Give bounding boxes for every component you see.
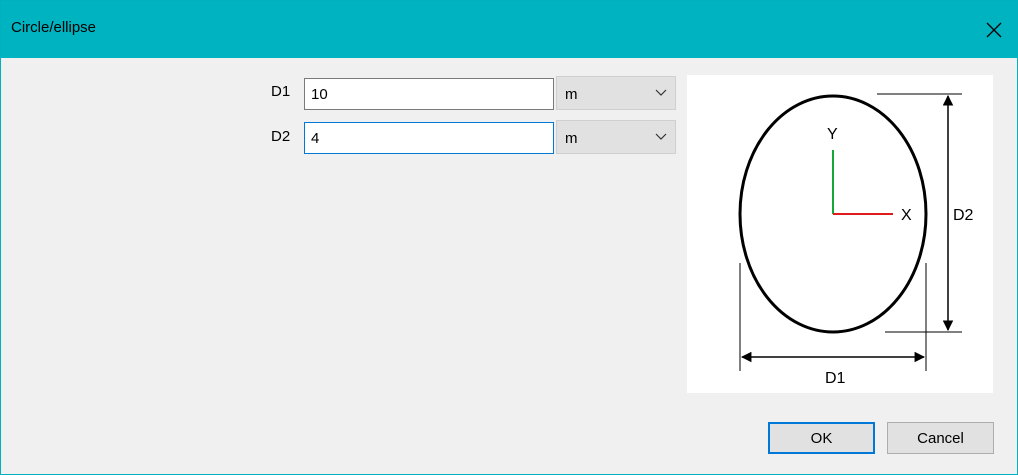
d1-unit-value: m	[565, 86, 578, 103]
y-axis-label: Y	[827, 126, 838, 143]
close-button[interactable]	[971, 1, 1017, 58]
ellipse-diagram: Y X D2 D1	[687, 75, 993, 393]
d2-dimension-label: D2	[953, 207, 974, 224]
d1-dimension-label: D1	[825, 370, 846, 387]
x-axis-label: X	[901, 207, 912, 224]
d2-unit-value: m	[565, 130, 578, 147]
d1-label: D1	[271, 83, 291, 100]
d2-value: 4	[311, 129, 320, 147]
d2-label: D2	[271, 128, 291, 145]
chevron-down-icon	[655, 133, 667, 140]
dialog-window: Circle/ellipse D1 10 m D2 4 m Y X D2 D1 …	[0, 0, 1018, 475]
ok-button-label: OK	[810, 429, 833, 447]
d2-unit-select[interactable]: m	[556, 120, 676, 154]
cancel-button-label: Cancel	[917, 429, 964, 447]
title-bar[interactable]: Circle/ellipse	[1, 1, 1017, 58]
cancel-button[interactable]: Cancel	[887, 422, 994, 454]
d1-input[interactable]: 10	[304, 78, 554, 110]
d1-value: 10	[311, 85, 328, 103]
ok-button[interactable]: OK	[768, 422, 875, 454]
d2-input[interactable]: 4	[304, 122, 554, 154]
window-title: Circle/ellipse	[11, 19, 97, 36]
close-icon	[986, 22, 1002, 37]
ellipse-diagram-svg: Y X D2 D1	[738, 93, 974, 387]
d1-unit-select[interactable]: m	[556, 76, 676, 110]
chevron-down-icon	[655, 89, 667, 96]
